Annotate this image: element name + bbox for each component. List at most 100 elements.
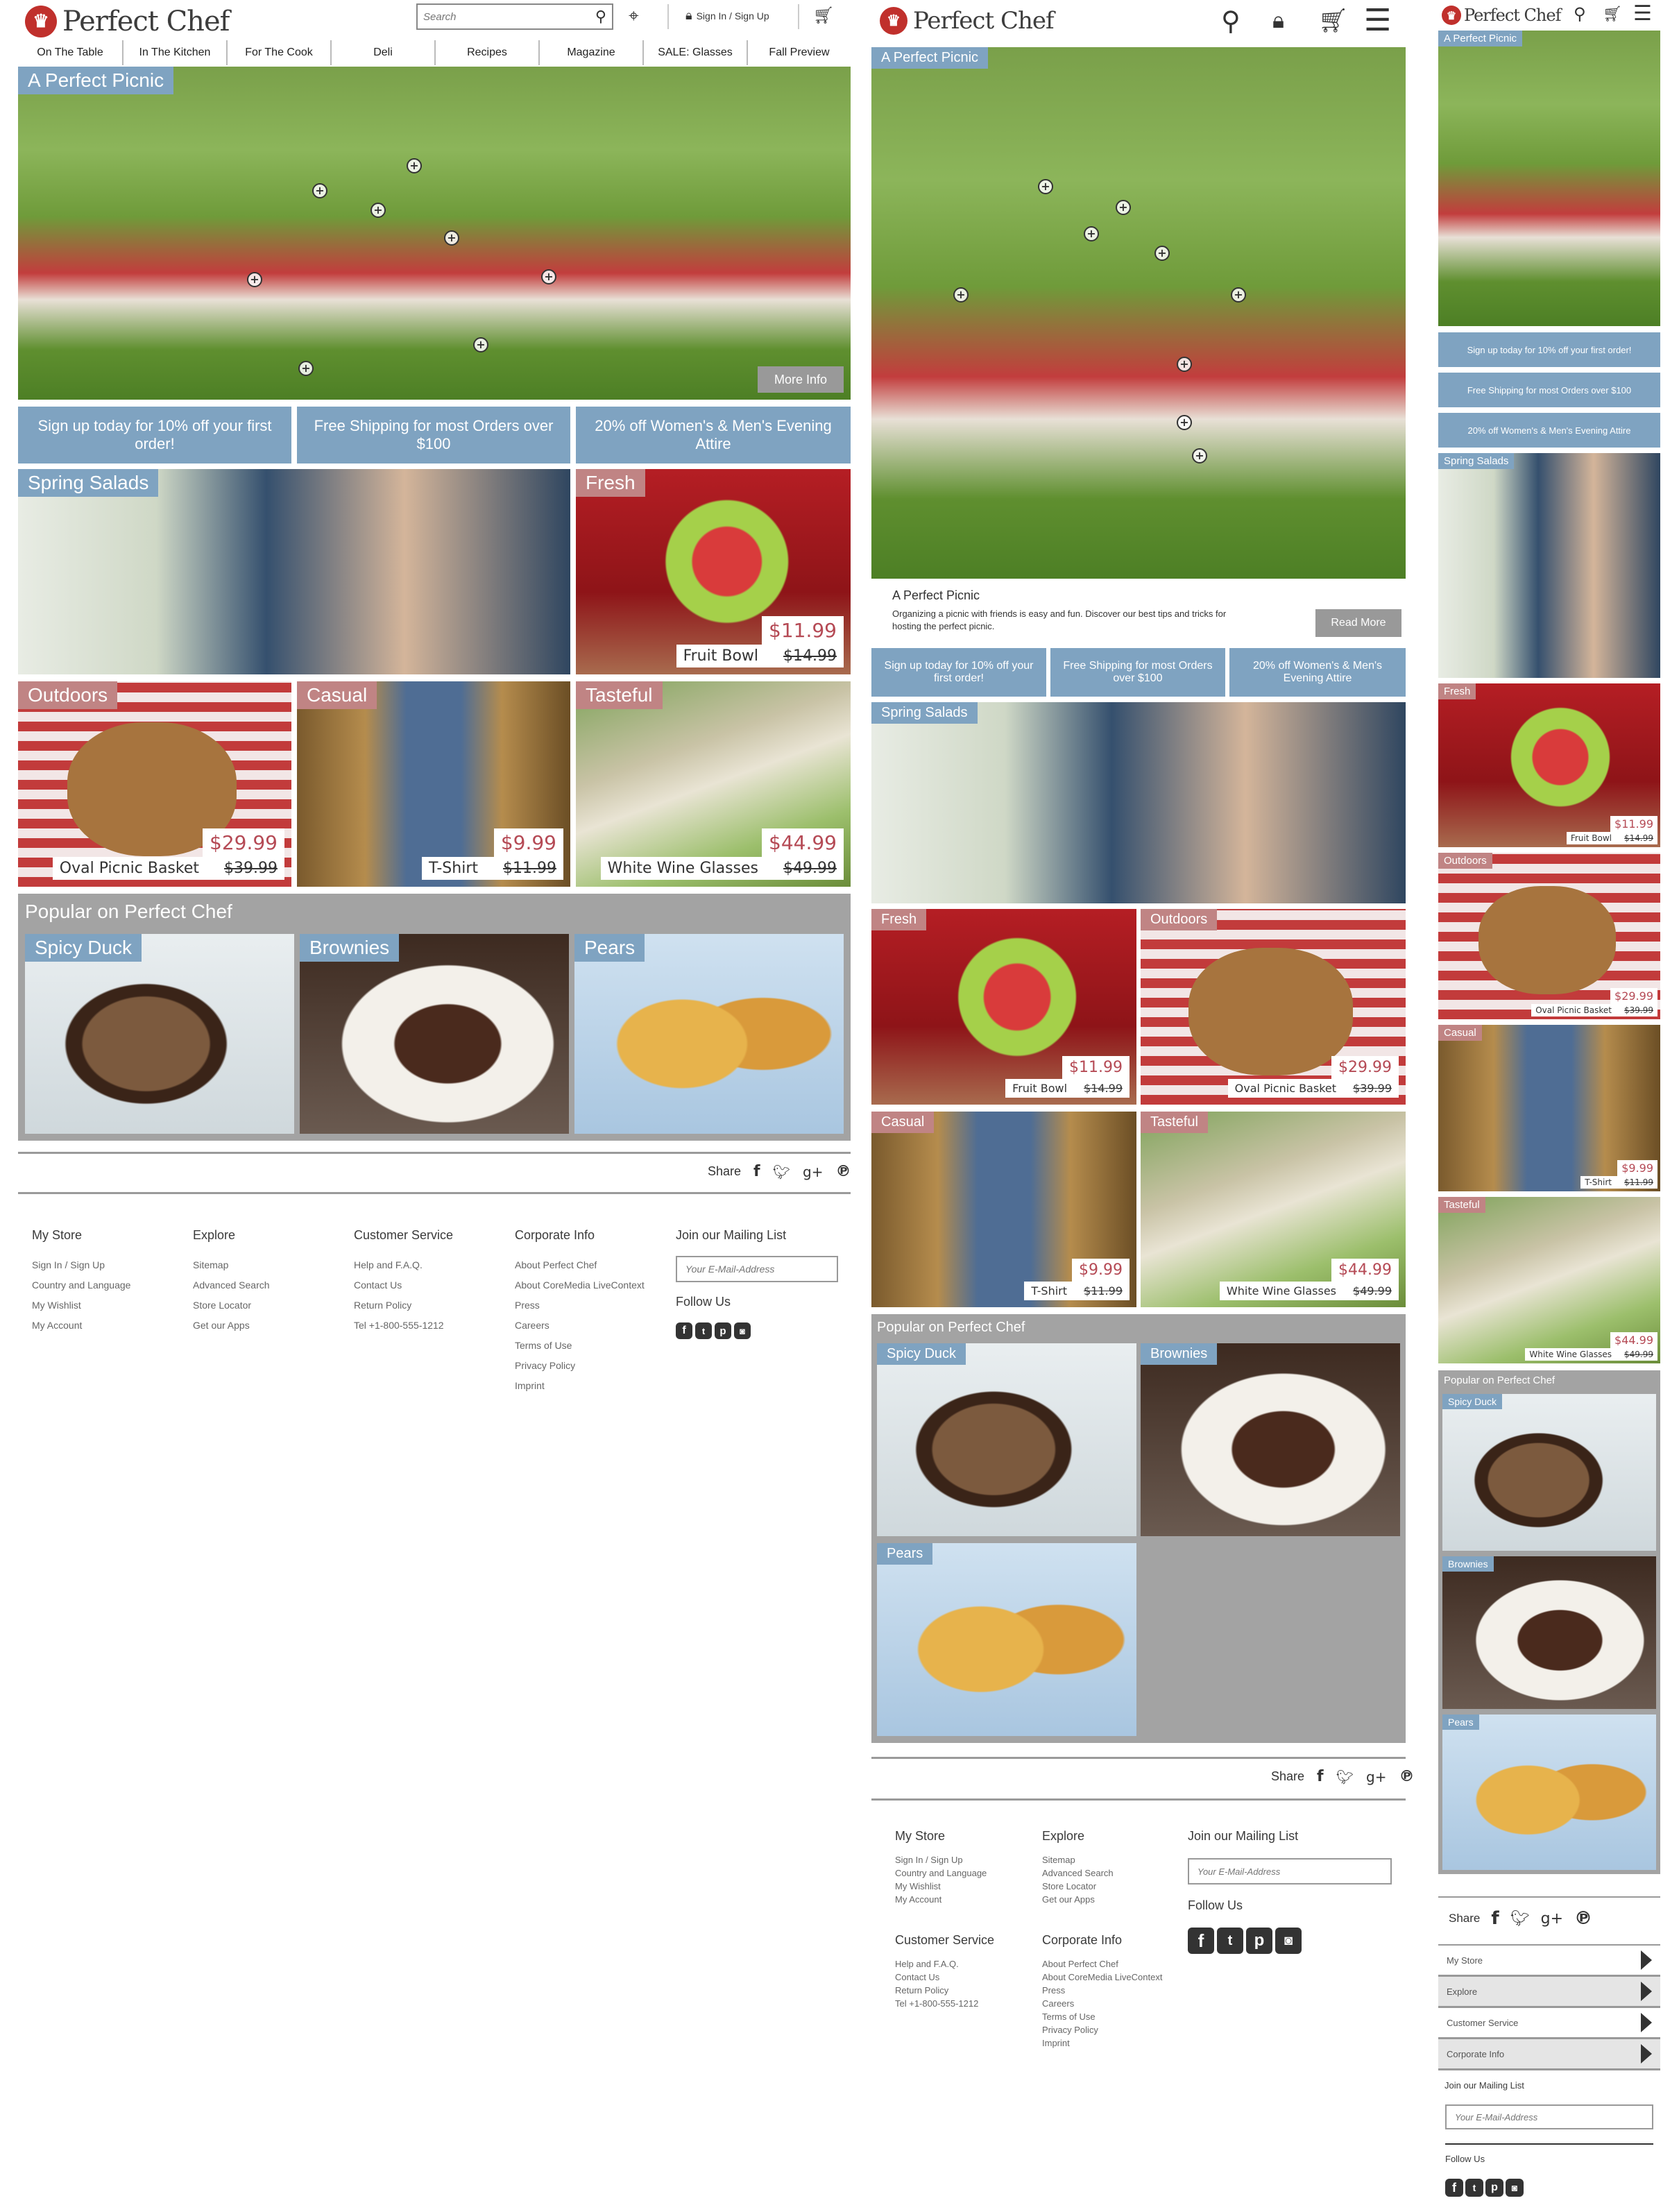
footer-link[interactable]: Get our Apps [1042,1893,1114,1906]
footer-link[interactable]: Terms of Use [515,1336,645,1356]
accordion-customer-service[interactable]: Customer Service [1438,2008,1660,2039]
hotspot-plus-icon[interactable]: + [1084,226,1099,241]
twitter-icon[interactable]: t [1217,1928,1243,1954]
accordion-corporate-info[interactable]: Corporate Info [1438,2039,1660,2070]
popular-item[interactable]: Brownies [300,934,569,1134]
hero-picnic-image[interactable]: A Perfect Picnic + + + + + + + + + [871,47,1406,579]
footer-link[interactable]: My Account [32,1316,130,1336]
popular-item[interactable]: Spicy Duck [1442,1394,1656,1551]
product-wine-glasses[interactable]: Tasteful $44.99 White Wine Glasses $49.99 [1141,1112,1406,1307]
logo[interactable]: ♛ Perfect Chef [25,6,230,37]
instagram-icon[interactable]: ◙ [1275,1928,1302,1954]
email-field[interactable] [676,1256,838,1282]
popular-item[interactable]: Brownies [1141,1343,1400,1536]
hamburger-menu-icon[interactable]: ☰ [1364,3,1391,38]
pinterest-icon[interactable]: p [715,1322,731,1339]
hotspot-plus-icon[interactable]: + [473,337,488,352]
accordion-explore[interactable]: Explore [1438,1977,1660,2008]
nav-item[interactable]: For The Cook [226,40,330,65]
hotspot-plus-icon[interactable]: + [953,287,969,303]
promo-attire[interactable]: 20% off Women's & Men's Evening Attire [576,407,851,463]
product-picnic-basket[interactable]: Outdoors $29.99 Oval Picnic Basket $39.99 [1438,853,1660,1019]
product-wine-glasses[interactable]: Tasteful $44.99 White Wine Glasses $49.99 [1438,1197,1660,1363]
footer-link[interactable]: My Wishlist [895,1880,987,1893]
nav-item[interactable]: On The Table [18,40,122,65]
google-plus-icon[interactable]: g+ [1366,1769,1386,1785]
popular-item[interactable]: Spicy Duck [877,1343,1136,1536]
promo-shipping[interactable]: Free Shipping for most Orders over $100 [1050,648,1225,697]
product-picnic-basket[interactable]: Outdoors $29.99 Oval Picnic Basket $39.99 [18,681,291,887]
footer-link[interactable]: Country and Language [32,1275,130,1295]
twitter-icon[interactable]: t [695,1322,712,1339]
twitter-icon[interactable]: 🐦︎ [773,1164,790,1180]
hotspot-plus-icon[interactable]: + [1116,200,1131,215]
cart-icon[interactable]: 🛒︎ [1603,6,1622,23]
facebook-icon[interactable]: f [1317,1768,1324,1785]
product-fruit-bowl[interactable]: Fresh $11.99 Fruit Bowl $14.99 [1438,683,1660,847]
more-info-button[interactable]: More Info [758,366,844,393]
product-picnic-basket[interactable]: Outdoors $29.99 Oval Picnic Basket $39.99 [1141,909,1406,1105]
signin-link[interactable]: 🔒︎ Sign In / Sign Up [685,8,769,23]
facebook-icon[interactable]: f [753,1163,760,1180]
popular-item[interactable]: Spicy Duck [25,934,294,1134]
twitter-icon[interactable]: 🐦︎ [1336,1769,1354,1785]
instagram-icon[interactable]: ◙ [734,1322,751,1339]
footer-link[interactable]: Return Policy [354,1295,453,1316]
location-target-icon[interactable]: ⌖ [629,6,639,27]
footer-link[interactable]: About Perfect Chef [515,1255,645,1275]
accordion-my-store[interactable]: My Store [1438,1946,1660,1977]
hotspot-plus-icon[interactable]: + [1038,179,1053,194]
twitter-icon[interactable]: 🐦︎ [1510,1910,1530,1928]
footer-link[interactable]: Press [515,1295,645,1316]
pinterest-icon[interactable]: ℗ [1574,1908,1592,1929]
footer-link[interactable]: Sitemap [1042,1853,1114,1866]
hotspot-plus-icon[interactable]: + [298,361,314,376]
footer-link[interactable]: Contact Us [895,1971,994,1984]
search-icon[interactable]: ⚲ [595,8,606,26]
footer-link[interactable]: My Account [895,1893,987,1906]
footer-link[interactable]: Careers [515,1316,645,1336]
lock-icon[interactable]: 🔒︎ [1272,7,1284,34]
footer-link[interactable]: Press [1042,1984,1162,1997]
nav-item[interactable]: SALE: Glasses [642,40,747,65]
promo-signup[interactable]: Sign up today for 10% off your first ord… [1438,332,1660,367]
footer-link[interactable]: Sitemap [193,1255,270,1275]
search-input[interactable] [423,10,576,23]
footer-link[interactable]: Help and F.A.Q. [354,1255,453,1275]
footer-link[interactable]: Careers [1042,1997,1162,2010]
hotspot-plus-icon[interactable]: + [247,272,262,287]
pinterest-icon[interactable]: p [1485,2179,1503,2197]
footer-link[interactable]: Store Locator [193,1295,270,1316]
hotspot-plus-icon[interactable]: + [407,158,422,173]
footer-link[interactable]: My Wishlist [32,1295,130,1316]
footer-link[interactable]: Tel +1-800-555-1212 [354,1316,453,1336]
google-plus-icon[interactable]: g+ [803,1164,823,1180]
product-tshirt[interactable]: Casual $9.99 T-Shirt $11.99 [871,1112,1136,1307]
popular-item[interactable]: Pears [877,1543,1136,1736]
promo-shipping[interactable]: Free Shipping for most Orders over $100 [297,407,570,463]
hotspot-plus-icon[interactable]: + [1154,246,1170,261]
footer-link[interactable]: Get our Apps [193,1316,270,1336]
footer-link[interactable]: Return Policy [895,1984,994,1997]
cart-icon[interactable]: 🛒︎ [813,6,834,25]
promo-attire[interactable]: 20% off Women's & Men's Evening Attire [1438,413,1660,448]
cart-icon[interactable]: 🛒︎ [1318,7,1348,35]
nav-item[interactable]: Deli [330,40,434,65]
footer-link[interactable]: Store Locator [1042,1880,1114,1893]
teaser-spring-salads[interactable]: Spring Salads [1438,453,1660,678]
popular-item[interactable]: Pears [574,934,844,1134]
search-icon[interactable]: ⚲ [1221,6,1241,36]
footer-link[interactable]: Tel +1-800-555-1212 [895,1997,994,2010]
footer-link[interactable]: Imprint [1042,2036,1162,2050]
nav-item[interactable]: In The Kitchen [122,40,226,65]
email-field[interactable] [1445,2104,1653,2129]
hotspot-plus-icon[interactable]: + [1177,415,1192,430]
nav-item[interactable]: Magazine [538,40,642,65]
footer-link[interactable]: Sign In / Sign Up [895,1853,987,1866]
hero-picnic-image[interactable]: A Perfect Picnic + + + + + + + + More In… [18,67,851,400]
popular-item[interactable]: Brownies [1442,1556,1656,1709]
nav-item[interactable]: Recipes [434,40,538,65]
logo[interactable]: ♛ Perfect Chef [880,7,1055,35]
popular-item[interactable]: Pears [1442,1715,1656,1870]
pinterest-icon[interactable]: p [1246,1928,1272,1954]
